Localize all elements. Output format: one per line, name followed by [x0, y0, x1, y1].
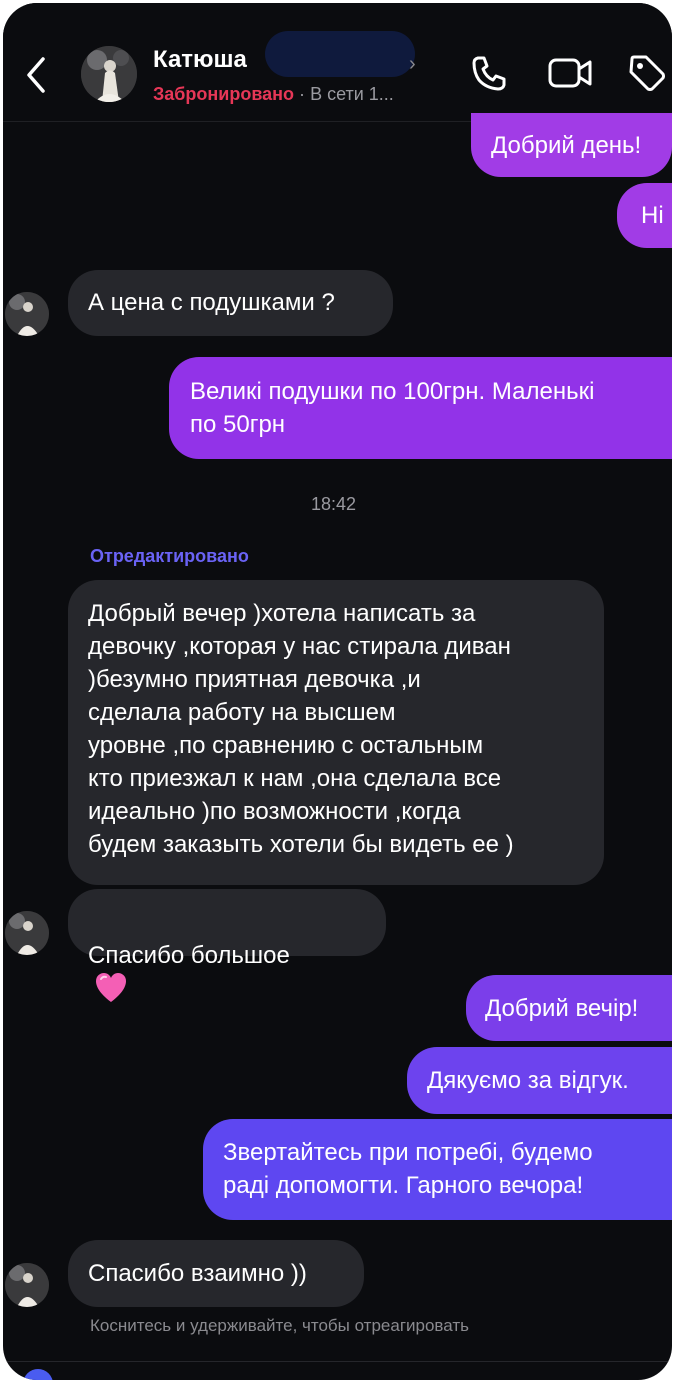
incoming-message[interactable]: Спасибо взаимно )) — [68, 1240, 364, 1307]
tag-icon[interactable] — [627, 53, 667, 93]
profile-chevron-icon[interactable]: › — [409, 53, 416, 76]
outgoing-message[interactable]: Великі подушки по 100грн. Маленькі по 50… — [169, 357, 672, 459]
camera-button[interactable] — [23, 1369, 53, 1380]
message-text: Спасибо большое — [88, 942, 290, 969]
outgoing-message[interactable]: Дякуємо за відгук. — [407, 1047, 672, 1114]
outgoing-message[interactable]: Звертайтесь при потребі, будемо раді доп… — [203, 1119, 672, 1220]
outgoing-message[interactable]: Добрий вечір! — [466, 975, 672, 1041]
pink-heart-icon — [96, 973, 126, 1002]
chat-screen: Катюша › Забронировано · В сети 1... Доб… — [3, 3, 672, 1380]
back-chevron-icon[interactable] — [21, 53, 51, 97]
incoming-message[interactable]: Добрый вечер )хотела написать за девочку… — [68, 580, 604, 885]
edited-label: Отредактировано — [90, 546, 249, 566]
phone-icon[interactable] — [469, 53, 509, 93]
contact-status: Забронировано · В сети 1... — [153, 84, 394, 105]
incoming-message[interactable]: Спасибо большое — [68, 889, 386, 1002]
chat-header: Катюша › Забронировано · В сети 1... — [3, 3, 672, 122]
redacted-username — [265, 31, 415, 77]
message-avatar — [5, 911, 49, 955]
contact-avatar[interactable] — [81, 46, 137, 102]
status-separator: · — [299, 84, 306, 104]
outgoing-message[interactable]: Добрий день! — [471, 113, 672, 177]
message-avatar — [5, 1263, 49, 1307]
composer-divider — [3, 1361, 672, 1362]
message-timestamp: 18:42 — [311, 494, 357, 514]
reaction-hint: Коснитесь и удерживайте, чтобы отреагиро… — [90, 1316, 469, 1335]
message-avatar — [5, 292, 49, 336]
incoming-message[interactable]: А цена с подушками ? — [68, 270, 393, 336]
online-status: В сети 1... — [310, 84, 394, 104]
outgoing-message[interactable]: Ні — [617, 183, 672, 248]
contact-name[interactable]: Катюша — [153, 46, 247, 74]
booked-label: Забронировано — [153, 84, 295, 104]
video-camera-icon[interactable] — [548, 53, 594, 93]
